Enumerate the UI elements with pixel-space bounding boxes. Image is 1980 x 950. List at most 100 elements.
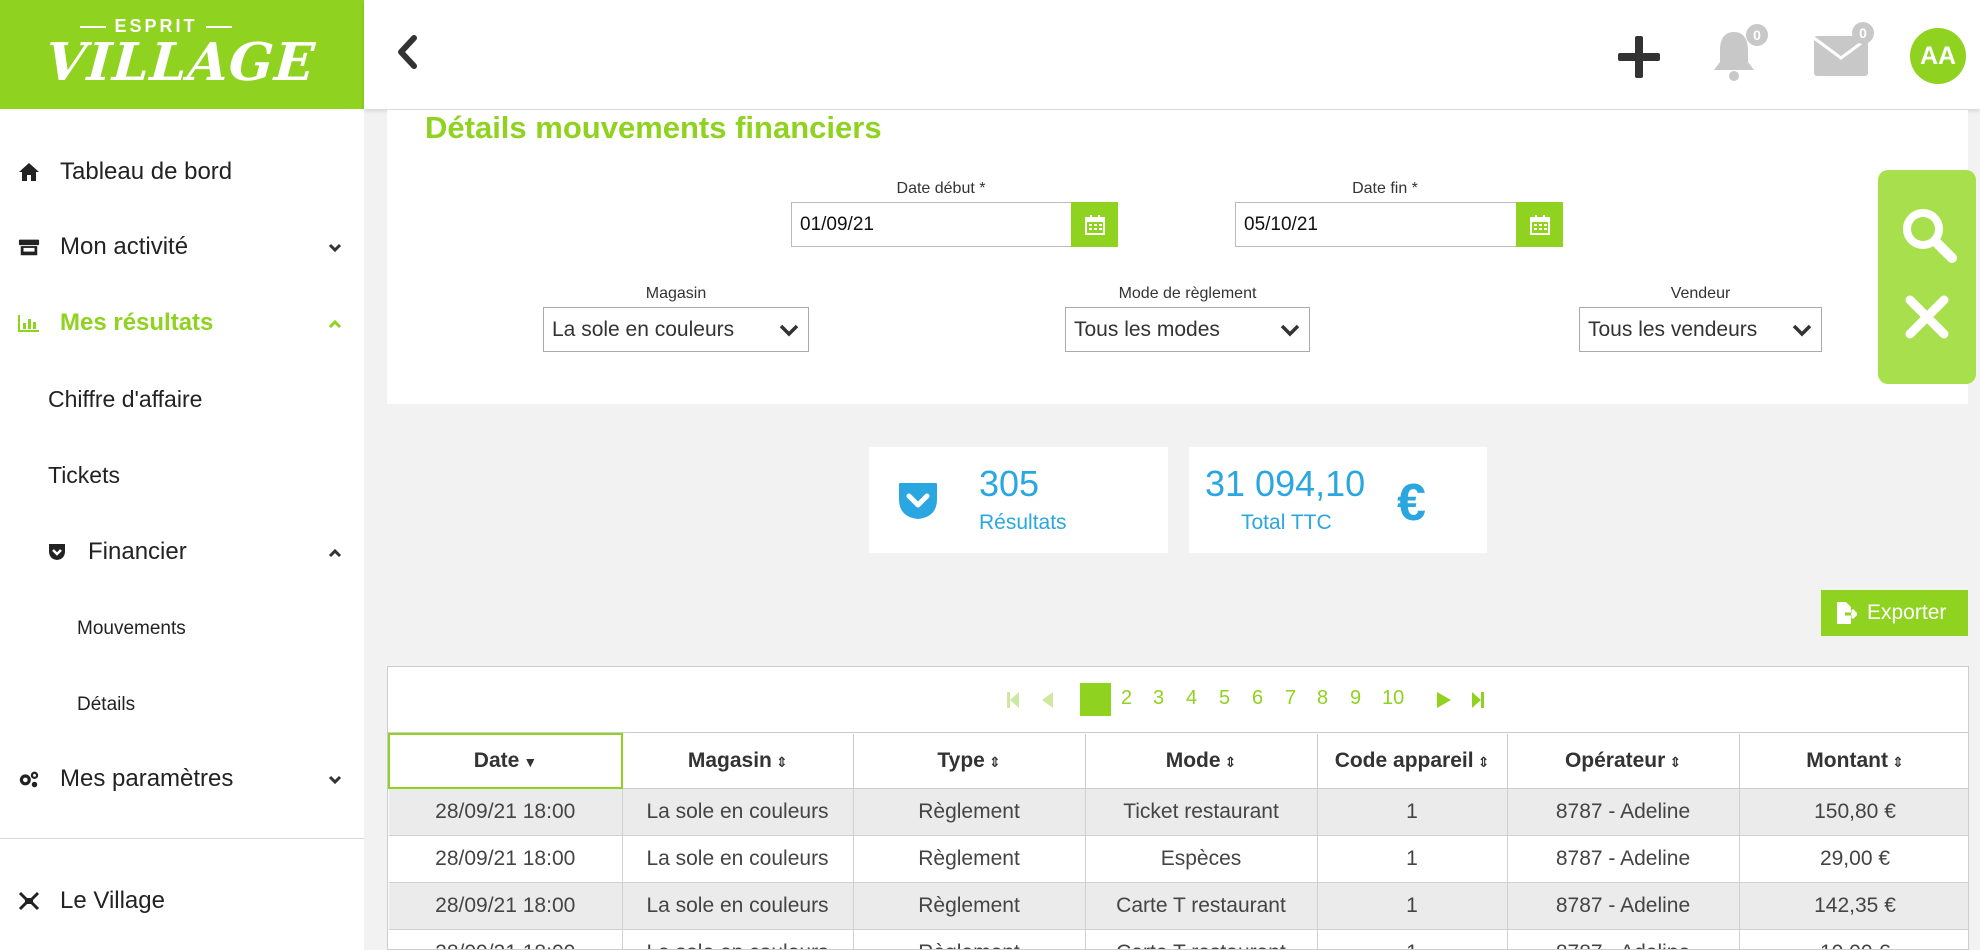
page-button[interactable]: 6 <box>1252 687 1263 710</box>
cell-mode: Carte T restaurant <box>1085 929 1318 949</box>
first-page-button[interactable] <box>1006 691 1020 714</box>
topbar: 0 0 AA <box>364 0 1980 109</box>
sidebar-item-label: Mes résultats <box>60 309 214 336</box>
export-button[interactable]: Exporter <box>1821 590 1968 636</box>
search-button[interactable] <box>1898 204 1958 264</box>
cell-code-appareil: 1 <box>1317 788 1508 836</box>
sort-icon: ⇕ <box>988 753 1001 770</box>
calendar-icon <box>1084 214 1105 235</box>
sidebar-item-dashboard[interactable]: Tableau de bord <box>0 152 364 192</box>
page-button[interactable]: 8 <box>1317 687 1328 710</box>
total-stat-card: 31 094,10 Total TTC € <box>1189 447 1487 553</box>
sort-icon: ⇕ <box>1224 753 1237 770</box>
date-end-calendar-button[interactable] <box>1516 202 1563 247</box>
page-button[interactable]: 2 <box>1121 687 1132 710</box>
sidebar-item-village[interactable]: Le Village <box>0 881 364 921</box>
table-row[interactable]: 28/09/21 18:00 La sole en couleurs Règle… <box>389 882 1968 930</box>
column-header-code-appareil[interactable]: Code appareil ⇕ <box>1317 734 1508 789</box>
store-icon <box>18 237 40 257</box>
last-page-icon <box>1472 692 1484 708</box>
avatar[interactable]: AA <box>1910 28 1966 84</box>
table-row[interactable]: 28/09/21 18:00 La sole en couleurs Règle… <box>389 835 1968 883</box>
sidebar-item-label: Mon activité <box>60 233 189 260</box>
mode-label: Mode de règlement <box>1118 285 1257 302</box>
column-header-montant[interactable]: Montant ⇕ <box>1739 734 1968 789</box>
sidebar-item-financier[interactable]: Financier <box>28 532 364 572</box>
file-export-icon <box>1837 602 1857 624</box>
sort-icon: ⇕ <box>1891 753 1904 770</box>
filter-card: Détails mouvements financiers Date début… <box>387 110 1968 404</box>
date-start-calendar-button[interactable] <box>1071 202 1118 247</box>
date-end-input[interactable]: 05/10/21 <box>1235 202 1519 247</box>
cell-magasin: La sole en couleurs <box>622 929 854 949</box>
date-start-label: Date début * <box>896 180 986 197</box>
sort-desc-icon: ▼ <box>523 754 538 770</box>
mode-select-value: Tous les modes <box>1074 318 1220 341</box>
last-page-button[interactable] <box>1471 691 1485 714</box>
export-label: Exporter <box>1867 601 1947 624</box>
sidebar-item-results[interactable]: Mes résultats <box>0 303 364 343</box>
date-start-input[interactable]: 01/09/21 <box>791 202 1075 247</box>
vendeur-select-value: Tous les vendeurs <box>1588 318 1758 341</box>
add-button[interactable] <box>1616 34 1662 80</box>
notifications-button[interactable]: 0 <box>1710 24 1770 84</box>
page-button[interactable]: 3 <box>1153 687 1164 710</box>
page-button[interactable]: 10 <box>1382 687 1404 710</box>
messages-button[interactable]: 0 <box>1812 22 1878 82</box>
chevron-down-icon <box>779 324 799 337</box>
sidebar-item-label: Le Village <box>60 887 165 914</box>
sidebar-item-details[interactable]: Détails <box>77 694 135 716</box>
cell-date: 28/09/21 18:00 <box>389 882 623 930</box>
column-header-type[interactable]: Type ⇕ <box>853 734 1086 789</box>
mode-select[interactable]: Tous les modes <box>1065 307 1310 352</box>
table-row[interactable]: 28/09/21 18:00 La sole en couleurs Règle… <box>389 788 1968 836</box>
prev-page-button[interactable] <box>1040 691 1054 714</box>
sidebar-item-activity[interactable]: Mon activité <box>0 227 364 267</box>
sidebar-item-label: Mes paramètres <box>60 765 234 792</box>
next-page-icon <box>1437 692 1451 708</box>
page-button[interactable]: 5 <box>1219 687 1230 710</box>
cell-operateur: 8787 - Adeline <box>1507 835 1740 883</box>
sort-icon: ⇕ <box>1669 753 1682 770</box>
prev-page-icon <box>1042 692 1053 708</box>
plus-icon <box>1618 36 1660 78</box>
page-button[interactable]: 7 <box>1285 687 1296 710</box>
sidebar-item-revenue[interactable]: Chiffre d'affaire <box>48 386 202 413</box>
collapse-sidebar-button[interactable] <box>392 32 422 72</box>
movements-table: Date ▼ Magasin ⇕ Type ⇕ Mode ⇕ Code appareil… <box>388 733 1968 949</box>
cell-operateur: 8787 - Adeline <box>1507 788 1740 836</box>
magasin-select-value: La sole en couleurs <box>552 318 735 341</box>
sidebar: ESPRIT VILLAGE Tableau de bord Mon activ… <box>0 0 364 950</box>
total-value: 31 094,10 <box>1205 463 1366 504</box>
chevron-up-icon <box>328 313 342 334</box>
sidebar-item-settings[interactable]: Mes paramètres <box>0 759 364 799</box>
column-header-operateur[interactable]: Opérateur ⇕ <box>1507 734 1740 789</box>
sidebar-item-mouvements[interactable]: Mouvements <box>77 618 186 640</box>
chevron-up-icon <box>328 542 342 563</box>
notifications-badge: 0 <box>1746 24 1768 46</box>
page-button-current[interactable] <box>1080 683 1111 716</box>
vendeur-select[interactable]: Tous les vendeurs <box>1579 307 1822 352</box>
chevron-down-icon <box>1792 324 1812 337</box>
cell-montant: 142,35 € <box>1739 882 1968 930</box>
cell-date: 28/09/21 18:00 <box>389 929 623 949</box>
page-button[interactable]: 9 <box>1350 687 1361 710</box>
reset-button[interactable] <box>1904 294 1950 340</box>
sidebar-item-label: Financier <box>88 538 187 565</box>
sidebar-divider <box>0 838 364 839</box>
cell-code-appareil: 1 <box>1317 882 1508 930</box>
table-header-row: Date ▼ Magasin ⇕ Type ⇕ Mode ⇕ Code appareil… <box>388 733 1968 789</box>
column-header-magasin[interactable]: Magasin ⇕ <box>622 734 854 789</box>
results-count: 305 <box>979 463 1040 504</box>
table-row[interactable]: 28/09/21 18:00 La sole en couleurs Règle… <box>389 929 1968 949</box>
sidebar-item-tickets[interactable]: Tickets <box>48 462 120 489</box>
brand-logo[interactable]: ESPRIT VILLAGE <box>0 0 364 109</box>
magasin-select[interactable]: La sole en couleurs <box>543 307 809 352</box>
column-header-date[interactable]: Date ▼ <box>388 733 623 789</box>
page-button[interactable]: 4 <box>1186 687 1197 710</box>
column-header-mode[interactable]: Mode ⇕ <box>1085 734 1318 789</box>
next-page-button[interactable] <box>1436 691 1452 714</box>
vendeur-label: Vendeur <box>1670 285 1731 302</box>
village-icon <box>18 891 40 911</box>
cell-operateur: 8787 - Adeline <box>1507 929 1740 949</box>
